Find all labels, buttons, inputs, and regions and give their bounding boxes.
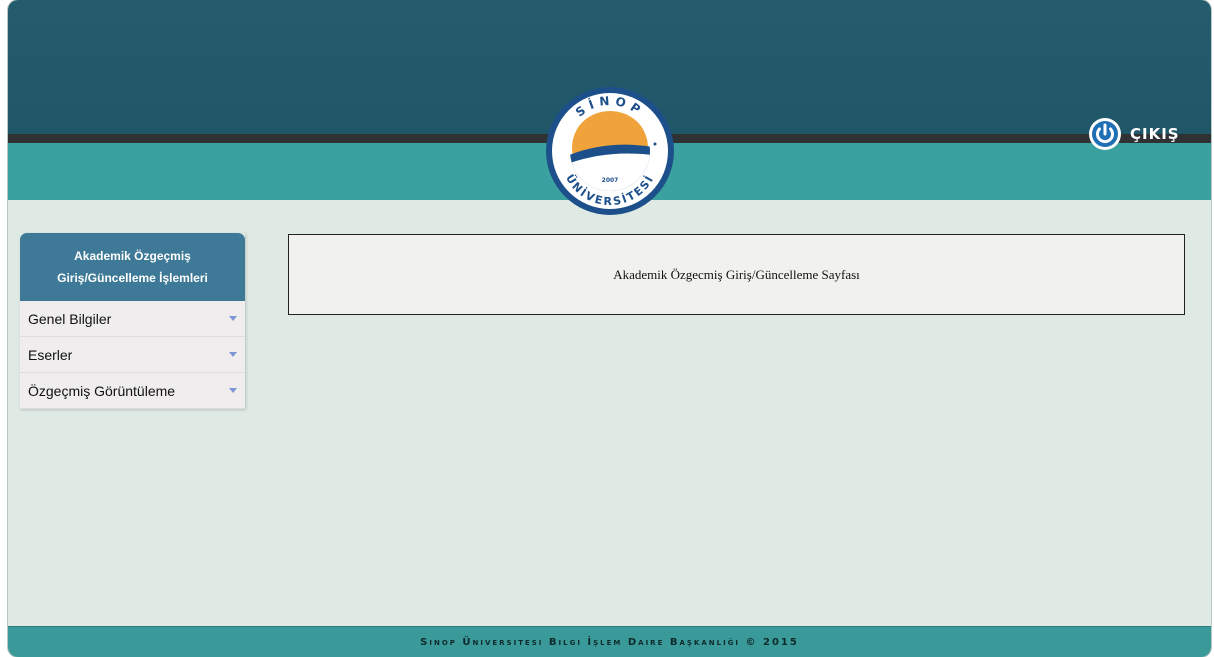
footer: Sinop Üniversitesi Bilgi İşlem Daire Baş… bbox=[8, 626, 1211, 657]
logo-year: 2007 bbox=[602, 177, 619, 184]
sidebar-item-ozgecmis-goruntuleme[interactable]: Özgeçmiş Görüntüleme bbox=[20, 373, 245, 409]
sidebar-header: Akademik Özgeçmiş Giriş/Güncelleme İşlem… bbox=[20, 233, 245, 301]
sidebar-item-label: Özgeçmiş Görüntüleme bbox=[28, 382, 176, 399]
page-title: Akademik Özgecmiş Giriş/Güncelleme Sayfa… bbox=[613, 266, 860, 282]
chevron-down-icon bbox=[229, 352, 237, 357]
sidebar-item-label: Eserler bbox=[28, 346, 73, 363]
sidebar-title-line1: Akademik Özgeçmiş bbox=[74, 249, 191, 263]
power-icon bbox=[1089, 118, 1121, 150]
sidebar-menu: Akademik Özgeçmiş Giriş/Güncelleme İşlem… bbox=[20, 233, 245, 409]
logout-button[interactable]: ÇIKIŞ bbox=[1088, 117, 1180, 151]
footer-text: Sinop Üniversitesi Bilgi İşlem Daire Baş… bbox=[420, 637, 799, 648]
app-frame: SİNOP ÜNİVERSİTESİ 2007 ÇIKIŞ Akademik Ö… bbox=[8, 0, 1211, 657]
sidebar-item-eserler[interactable]: Eserler bbox=[20, 337, 245, 373]
page-title-box: Akademik Özgecmiş Giriş/Güncelleme Sayfa… bbox=[288, 234, 1185, 315]
logout-label: ÇIKIŞ bbox=[1130, 125, 1180, 143]
chevron-down-icon bbox=[229, 388, 237, 393]
sidebar-item-label: Genel Bilgiler bbox=[28, 310, 112, 327]
sidebar-item-genel-bilgiler[interactable]: Genel Bilgiler bbox=[20, 301, 245, 337]
chevron-down-icon bbox=[229, 316, 237, 321]
university-logo: SİNOP ÜNİVERSİTESİ 2007 bbox=[546, 87, 674, 215]
sidebar-title-line2: Giriş/Güncelleme İşlemleri bbox=[57, 271, 208, 285]
